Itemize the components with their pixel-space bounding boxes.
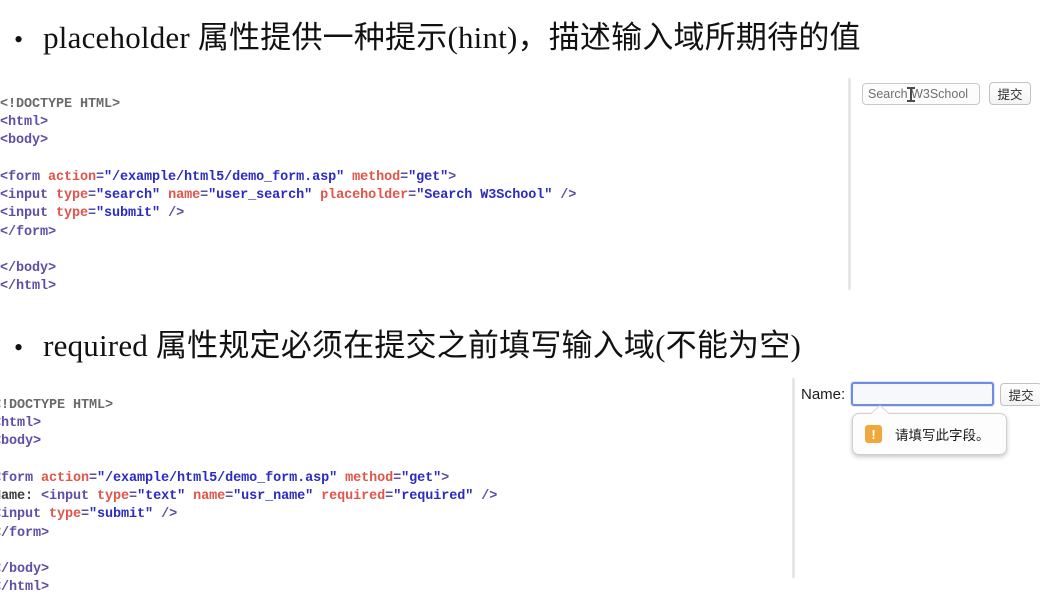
code-sample-placeholder: <!DOCTYPE HTML> <html> <body> <form acti… <box>0 96 576 297</box>
code-token-tag: <form <box>0 169 49 185</box>
bullet-marker-icon: • <box>14 25 24 54</box>
name-input[interactable] <box>851 382 995 406</box>
code-token-tag: /> <box>153 507 178 523</box>
code-token-val: "user_search" <box>208 187 313 203</box>
code-token-tag: = <box>96 169 105 185</box>
code-token-val: "Search W3School" <box>416 187 553 203</box>
code-token-val: "text" <box>137 488 186 504</box>
code-token-attr: name <box>193 488 226 504</box>
code-token-tag: </html> <box>0 580 50 596</box>
code-token-attr: name <box>168 187 201 203</box>
code-token-doctype: <!DOCTYPE HTML> <box>0 96 121 112</box>
code-token-attr: action <box>48 169 97 185</box>
code-token-tag: = <box>385 488 394 504</box>
code-token-tag: /> <box>552 187 577 203</box>
validation-message-text: 请填写此字段。 <box>895 428 990 443</box>
code-token-tag: <input <box>0 507 42 523</box>
heading-text-placeholder: placeholder 属性提供一种提示(hint)，描述输入域所期待的值 <box>43 20 861 55</box>
code-token-tag <box>160 188 168 203</box>
code-token-val: "search" <box>96 187 161 203</box>
code-token-attr: action <box>41 470 90 486</box>
section-divider-top <box>848 78 851 290</box>
code-token-tag: = <box>408 187 417 203</box>
code-token-val: "submit" <box>96 206 161 222</box>
code-token-tag: = <box>81 507 90 523</box>
code-token-tag: <input <box>0 206 57 222</box>
code-token-tag: = <box>200 187 209 203</box>
code-token-attr: type <box>56 187 89 203</box>
code-token-val: "required" <box>393 488 474 504</box>
code-token-tag <box>312 188 320 203</box>
code-token-tag: <form <box>0 470 34 486</box>
code-token-attr: type <box>97 488 130 504</box>
code-token-tag: <input <box>0 187 57 203</box>
warning-icon: ! <box>865 425 882 443</box>
search-input[interactable]: Search W3School <box>862 82 980 105</box>
name-field-label: Name: <box>801 385 846 403</box>
code-token-val: "usr_name" <box>233 488 314 504</box>
code-token-tag: </html> <box>0 279 57 295</box>
search-input-placeholder-text: Search W3School <box>868 86 969 101</box>
required-form-row: Name: 提交 <box>801 382 1040 406</box>
bullet-heading-placeholder: • placeholder 属性提供一种提示(hint)，描述输入域所期待的值 <box>14 12 861 57</box>
code-token-val: "submit" <box>89 507 154 523</box>
code-token-tag <box>185 489 193 504</box>
code-token-attr: method <box>352 169 401 185</box>
validation-tooltip: ! 请填写此字段。 <box>852 413 1007 455</box>
code-token-tag: = <box>225 488 234 504</box>
code-token-tag: = <box>393 470 402 486</box>
code-token-attr: method <box>345 470 394 486</box>
section-divider-bottom <box>792 378 795 578</box>
code-token-tag <box>313 489 321 504</box>
code-token-tag <box>344 170 352 185</box>
code-token-tag: = <box>400 169 409 185</box>
code-token-tag: <input <box>41 488 98 504</box>
required-submit-button[interactable]: 提交 <box>1000 382 1040 406</box>
code-token-val: "/example/html5/demo_form.asp" <box>97 470 338 486</box>
code-token-val: "/example/html5/demo_form.asp" <box>104 169 345 185</box>
code-token-tag: </form> <box>0 525 50 541</box>
code-token-tag: > <box>448 169 457 185</box>
code-sample-required: <!DOCTYPE HTML> <html> <body> <form acti… <box>0 397 497 598</box>
code-token-tag: </body> <box>0 261 57 277</box>
heading-text-required: required 属性规定必须在提交之前填写输入域(不能为空) <box>43 328 801 363</box>
code-token-tag: = <box>88 206 97 222</box>
code-token-attr: type <box>49 507 82 523</box>
code-token-tag: > <box>441 470 450 486</box>
code-token-val: "get" <box>401 470 442 486</box>
code-token-tag: </body> <box>0 562 50 578</box>
code-token-tag: = <box>129 488 138 504</box>
code-token-attr: placeholder <box>320 187 409 203</box>
demo-search-form: Search W3School 提交 <box>862 82 1031 105</box>
code-token-plain: Name: <box>0 488 34 504</box>
code-token-tag: <html> <box>0 415 42 431</box>
search-submit-button[interactable]: 提交 <box>989 82 1031 105</box>
code-token-attr: type <box>56 206 89 222</box>
code-token-tag: <body> <box>0 133 49 149</box>
demo-required-form: Name: 提交 ! 请填写此字段。 <box>801 382 1040 455</box>
code-token-tag: <html> <box>0 114 49 130</box>
bullet-marker-icon: • <box>14 333 24 362</box>
code-token-tag: <body> <box>0 434 42 450</box>
text-cursor-icon <box>907 86 915 102</box>
code-token-tag <box>337 471 345 486</box>
code-token-attr: required <box>321 488 386 504</box>
code-token-tag: </form> <box>0 224 57 240</box>
code-token-tag: = <box>89 470 98 486</box>
code-token-tag: /> <box>160 206 185 222</box>
code-token-val: "get" <box>408 169 449 185</box>
bullet-heading-required: • required 属性规定必须在提交之前填写输入域(不能为空) <box>14 320 801 365</box>
code-token-tag: = <box>88 187 97 203</box>
code-token-doctype: <!DOCTYPE HTML> <box>0 397 114 413</box>
code-token-tag: /> <box>473 488 498 504</box>
